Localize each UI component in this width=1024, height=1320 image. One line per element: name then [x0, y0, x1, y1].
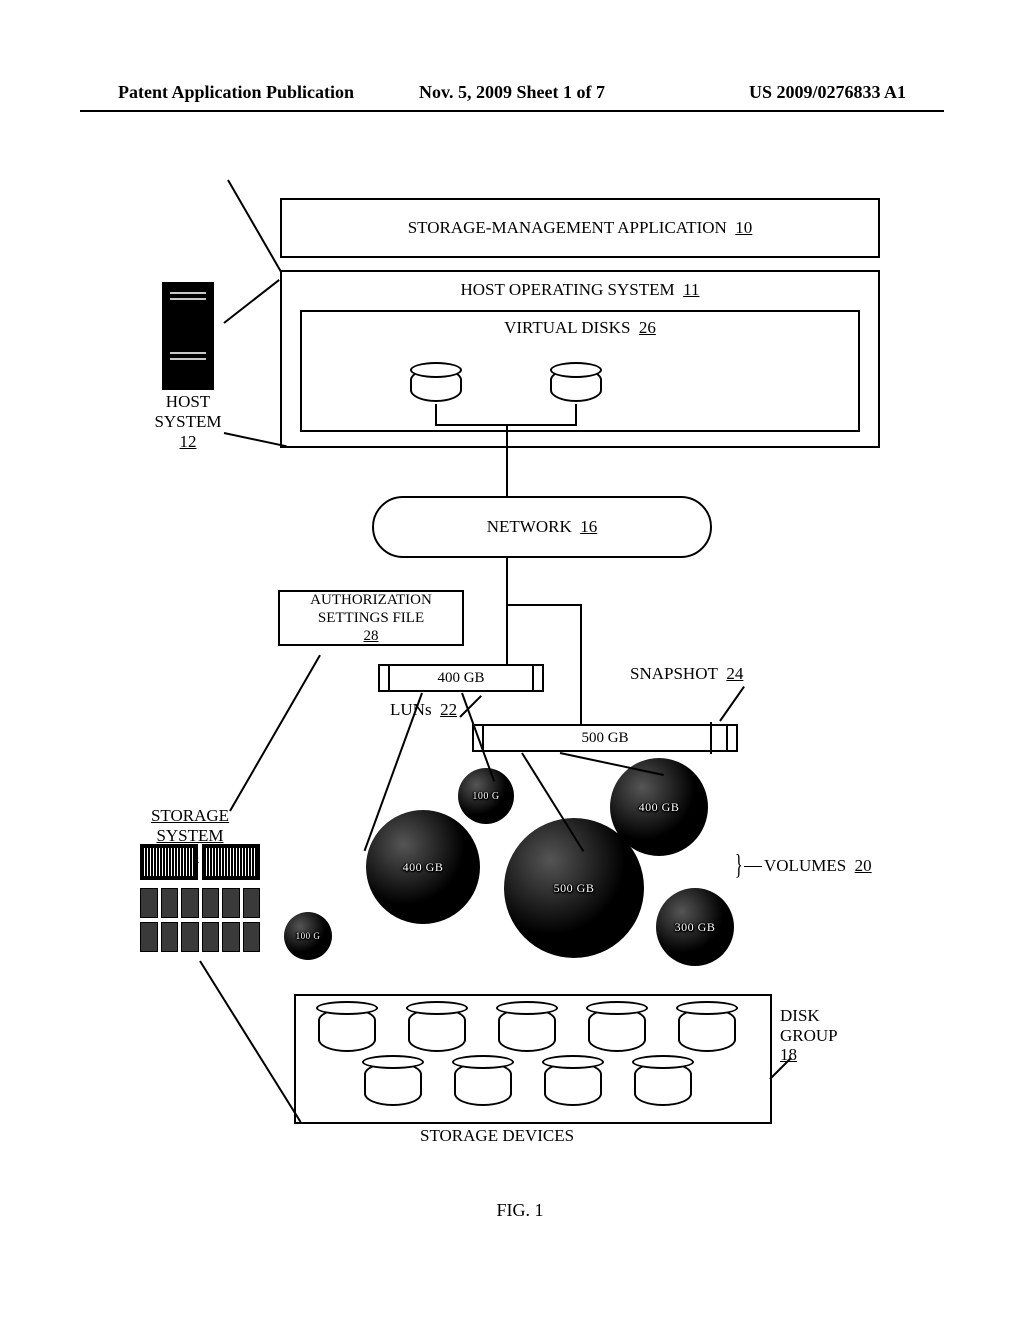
host-system-ref: 12 — [180, 432, 197, 451]
virtual-disk-icon — [410, 368, 462, 402]
storage-device-icon — [408, 1008, 466, 1052]
header-left: Patent Application Publication — [118, 82, 381, 103]
volume-sphere: 400 GB — [366, 810, 480, 924]
snapshot-divider — [710, 722, 712, 754]
storage-rack-icon — [140, 844, 260, 948]
storage-device-icon — [454, 1062, 512, 1106]
storage-device-icon — [364, 1062, 422, 1106]
header-rule — [80, 110, 944, 112]
connector-line — [575, 404, 577, 424]
storage-devices-label: STORAGE DEVICES — [420, 1126, 574, 1146]
figure-caption: FIG. 1 — [120, 1200, 920, 1221]
volume-sphere: 100 G — [284, 912, 332, 960]
volume-sphere: 100 G — [458, 768, 514, 824]
bracket-line — [229, 655, 321, 812]
connector-line — [506, 426, 508, 496]
disk-group-label: DISK GROUP18 — [780, 1006, 860, 1065]
connector-line — [435, 404, 437, 424]
bracket-line — [223, 279, 279, 324]
volume-sphere: 300 GB — [656, 888, 734, 966]
lead-line — [744, 866, 762, 867]
storage-mgmt-box: STORAGE-MANAGEMENT APPLICATION 10 — [280, 198, 880, 258]
connector-line — [506, 558, 508, 604]
storage-device-icon — [318, 1008, 376, 1052]
network-cloud: NETWORK 16 — [372, 496, 712, 558]
volumes-label: VOLUMES 20 — [764, 856, 872, 876]
snapshot-label: SNAPSHOT 24 — [630, 664, 743, 684]
connector-line — [506, 604, 508, 664]
storage-device-icon — [588, 1008, 646, 1052]
header-mid: Nov. 5, 2009 Sheet 1 of 7 — [381, 82, 644, 103]
virtual-disk-icon — [550, 368, 602, 402]
lun-bar: 500 GB — [480, 724, 730, 752]
auth-file-box: AUTHORIZATION SETTINGS FILE 28 — [278, 590, 464, 646]
storage-device-icon — [678, 1008, 736, 1052]
header-right: US 2009/0276833 A1 — [643, 82, 906, 103]
host-computer-icon — [162, 282, 214, 390]
storage-device-icon — [544, 1062, 602, 1106]
storage-device-icon — [634, 1062, 692, 1106]
connector-line — [580, 604, 582, 724]
page-header: Patent Application Publication Nov. 5, 2… — [0, 82, 1024, 103]
bracket-line — [199, 960, 301, 1122]
lun-bar: 400 GB — [386, 664, 536, 692]
brace-right: } — [735, 850, 743, 882]
storage-device-icon — [498, 1008, 556, 1052]
luns-label: LUNs 22 — [390, 700, 457, 720]
lead-line — [719, 686, 745, 722]
figure-canvas: HOST SYSTEM 12 STORAGE-MANAGEMENT APPLIC… — [120, 170, 920, 1220]
connector-line — [506, 604, 582, 606]
host-system-label: HOST SYSTEM 12 — [138, 392, 238, 452]
